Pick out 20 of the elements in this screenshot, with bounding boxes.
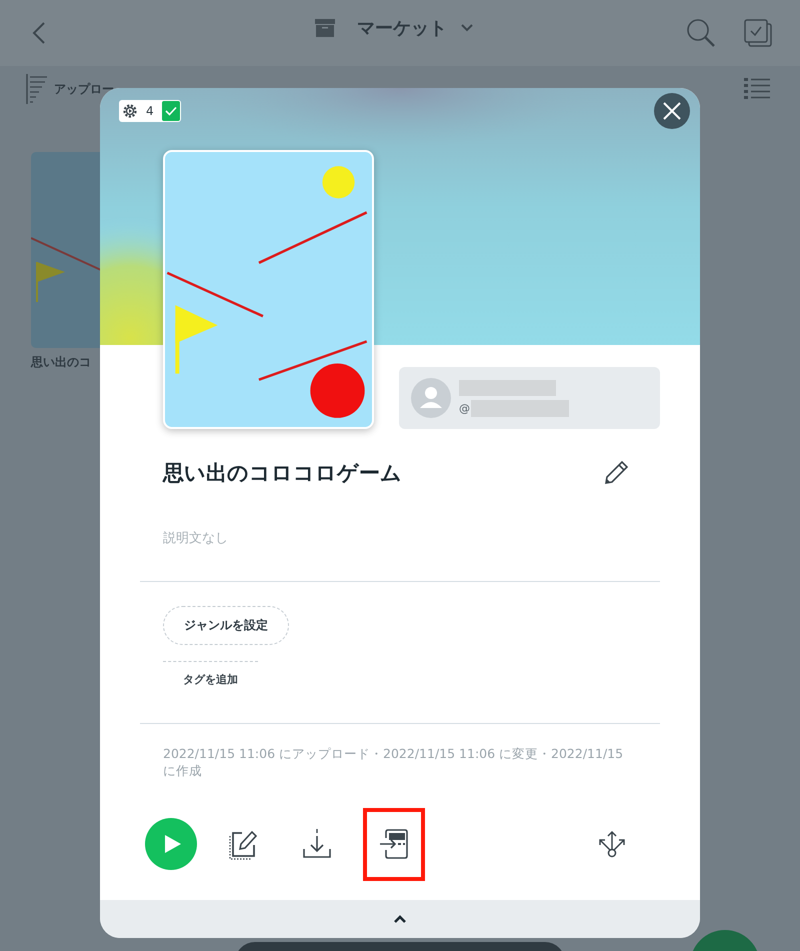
sort-icon[interactable] (26, 74, 48, 104)
avatar-icon (411, 378, 451, 418)
add-tag-button[interactable]: タグを追加 (163, 661, 258, 687)
project-title: 思い出のコ (31, 354, 92, 371)
dates-text: 2022/11/15 11:06 にアップロード・2022/11/15 11:06 に変更・2022/11/15 に作成 (163, 746, 624, 780)
user-card[interactable]: @ (399, 367, 660, 429)
play-icon (164, 834, 182, 854)
list-view-icon[interactable] (744, 77, 770, 101)
search-icon[interactable] (686, 18, 716, 48)
project-title: 思い出のコロコロゲーム (163, 460, 402, 487)
import-icon[interactable] (363, 808, 425, 881)
sort-label[interactable]: アップロー (54, 80, 114, 98)
genre-button[interactable]: ジャンルを設定 (163, 606, 289, 645)
at-sign: @ (459, 402, 470, 414)
folder-dropdown[interactable]: マーケット (357, 16, 473, 40)
archive-box-icon (315, 19, 335, 37)
pencil-icon[interactable] (602, 459, 630, 487)
back-icon[interactable] (32, 22, 46, 44)
select-checkbox-icon[interactable] (744, 19, 772, 47)
caret-icon (461, 24, 473, 32)
